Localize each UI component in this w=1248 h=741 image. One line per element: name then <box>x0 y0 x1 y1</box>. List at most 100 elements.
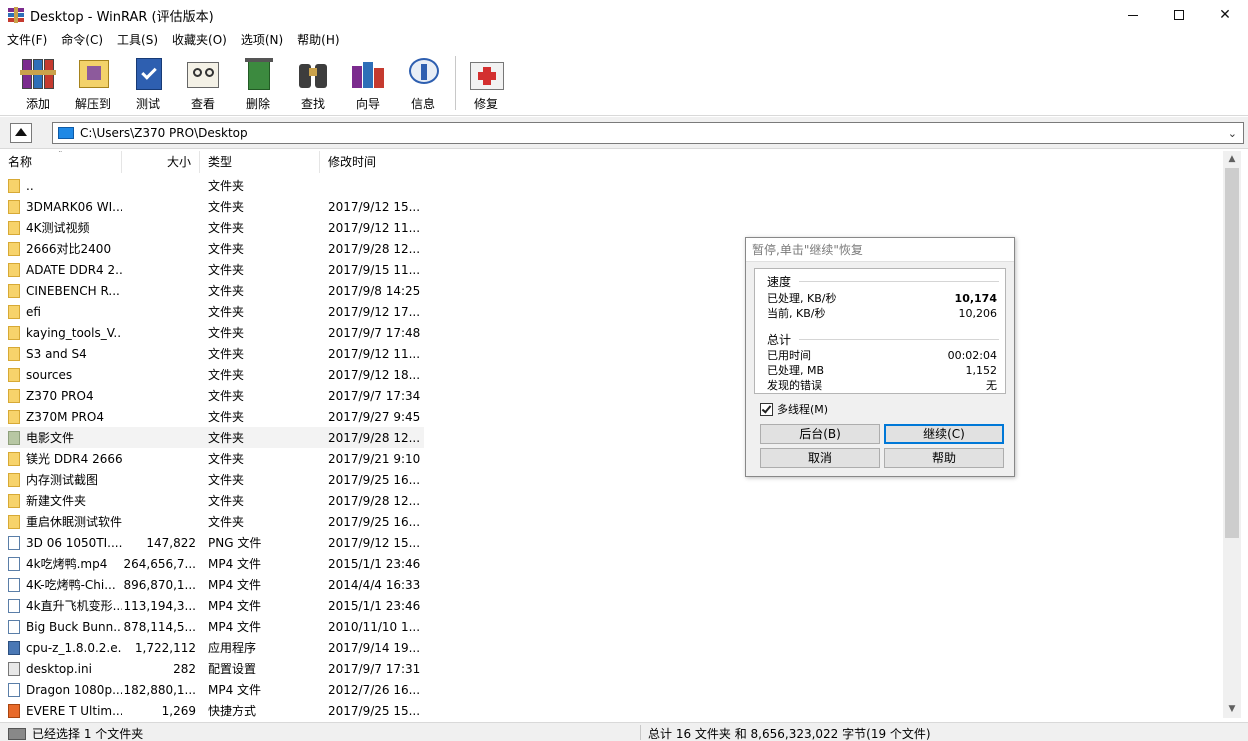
vertical-scrollbar[interactable]: ▲ ▼ <box>1223 151 1241 718</box>
help-button[interactable]: 帮助 <box>884 448 1004 468</box>
file-name-cell: 2666对比2400 <box>0 240 122 257</box>
file-icon <box>8 682 20 697</box>
table-row[interactable]: 3D 06 1050TI.... 147,822 PNG 文件 2017/9/12 1… <box>0 532 424 553</box>
menu-commands[interactable]: 命令(C) <box>54 30 110 50</box>
column-modified-header[interactable]: 修改时间 <box>320 151 424 173</box>
wizard-button[interactable]: 向导 <box>341 54 395 112</box>
test-button[interactable]: 测试 <box>121 54 175 112</box>
table-row[interactable]: Big Buck Bunn... 878,114,5... MP4 文件 2010/1… <box>0 616 424 637</box>
table-row[interactable]: 3DMARK06 WI... 文件夹 2017/9/12 15... <box>0 196 424 217</box>
menu-file[interactable]: 文件(F) <box>0 30 54 50</box>
file-name-cell: 新建文件夹 <box>0 492 122 509</box>
extract-button[interactable]: 解压到 <box>66 54 120 112</box>
file-name-cell: 4K-吃烤鸭-Chi... <box>0 576 122 593</box>
info-button[interactable]: 信息 <box>396 54 450 112</box>
address-combobox[interactable]: C:\Users\Z370 PRO\Desktop ⌄ <box>52 122 1244 144</box>
table-row[interactable]: kaying_tools_V... 文件夹 2017/9/7 17:48 <box>0 322 424 343</box>
file-modified-cell: 2017/9/28 12... <box>328 493 421 508</box>
background-button[interactable]: 后台(B) <box>760 424 880 444</box>
folder-icon <box>8 325 20 340</box>
file-modified-cell: 2017/9/12 11... <box>328 220 421 235</box>
folder-icon <box>8 262 20 277</box>
repair-button[interactable]: 修复 <box>459 54 513 112</box>
up-folder-button[interactable] <box>10 123 32 143</box>
file-type-cell: 文件夹 <box>208 284 245 298</box>
table-row[interactable]: S3 and S4 文件夹 2017/9/12 11... <box>0 343 424 364</box>
test-label: 测试 <box>135 97 160 111</box>
file-name-cell: CINEBENCH R... <box>0 283 122 298</box>
table-row[interactable]: .. 文件夹 <box>0 175 424 196</box>
file-list-header: 名称 ˄ 大小 类型 修改时间 <box>0 151 424 173</box>
scroll-down-icon[interactable]: ▼ <box>1223 701 1241 718</box>
table-row[interactable]: efi 文件夹 2017/9/12 17... <box>0 301 424 322</box>
minimize-button[interactable] <box>1110 0 1156 30</box>
table-row[interactable]: Z370 PRO4 文件夹 2017/9/7 17:34 <box>0 385 424 406</box>
file-modified-cell: 2015/1/1 23:46 <box>328 556 421 571</box>
maximize-button[interactable] <box>1156 0 1202 30</box>
table-row[interactable]: 电影文件 文件夹 2017/9/28 12... <box>0 427 424 448</box>
column-size-header[interactable]: 大小 <box>122 151 200 173</box>
table-row[interactable]: CINEBENCH R... 文件夹 2017/9/8 14:25 <box>0 280 424 301</box>
find-button[interactable]: 查找 <box>286 54 340 112</box>
table-row[interactable]: sources 文件夹 2017/9/12 18... <box>0 364 424 385</box>
desktop-icon <box>58 127 74 139</box>
table-row[interactable]: 4K-吃烤鸭-Chi... 896,870,1... MP4 文件 2014/4/4 … <box>0 574 424 595</box>
delete-button[interactable]: 删除 <box>231 54 285 112</box>
table-row[interactable]: 重启休眠测试软件 文件夹 2017/9/25 16... <box>0 511 424 532</box>
file-name-cell: sources <box>0 367 122 382</box>
table-row[interactable]: desktop.ini 282 配置设置 2017/9/7 17:31 <box>0 658 424 679</box>
table-row[interactable]: cpu-z_1.8.0.2.e... 1,722,112 应用程序 2017/9/14… <box>0 637 424 658</box>
table-row[interactable]: 内存测试截图 文件夹 2017/9/25 16... <box>0 469 424 490</box>
table-row[interactable]: 镁光 DDR4 2666 文件夹 2017/9/21 9:10 <box>0 448 424 469</box>
table-row[interactable]: 4k直升飞机变形... 113,194,3... MP4 文件 2015/1/1 23… <box>0 595 424 616</box>
scroll-up-icon[interactable]: ▲ <box>1223 151 1241 168</box>
table-row[interactable]: 4k吃烤鸭.mp4 264,656,7... MP4 文件 2015/1/1 23:4… <box>0 553 424 574</box>
cancel-button[interactable]: 取消 <box>760 448 880 468</box>
processed-mb-row: 已处理, MB 1,152 <box>767 364 997 377</box>
file-list[interactable]: 名称 ˄ 大小 类型 修改时间 .. 文件夹 3DMARK06 WI... 文件夹 20… <box>0 151 1223 718</box>
continue-button[interactable]: 继续(C) <box>884 424 1004 444</box>
file-icon <box>8 556 20 571</box>
table-row[interactable]: 2666对比2400 文件夹 2017/9/28 12... <box>0 238 424 259</box>
close-button[interactable]: ✕ <box>1202 0 1248 30</box>
scrollbar-thumb[interactable] <box>1225 168 1239 538</box>
folder-icon <box>8 514 20 529</box>
file-modified-cell: 2017/9/28 12... <box>328 430 421 445</box>
file-modified-cell: 2017/9/15 11... <box>328 262 421 277</box>
table-row[interactable]: ADATE DDR4 2... 文件夹 2017/9/15 11... <box>0 259 424 280</box>
table-row[interactable]: Dragon 1080p.... 182,880,1... MP4 文件 2012/7… <box>0 679 424 700</box>
file-name-cell: desktop.ini <box>0 661 122 676</box>
checkbox-box[interactable] <box>760 402 773 416</box>
table-row[interactable]: EVERE T Ultim... 1,269 快捷方式 2017/9/25 15... <box>0 700 424 718</box>
add-button[interactable]: 添加 <box>11 54 65 112</box>
file-type-cell: 文件夹 <box>208 242 245 256</box>
status-total: 总计 16 文件夹 和 8,656,323,022 字节(19 个文件) <box>648 727 931 741</box>
file-icon <box>8 661 20 676</box>
file-type-cell: MP4 文件 <box>208 578 262 592</box>
file-icon <box>8 577 20 592</box>
chevron-down-icon[interactable]: ⌄ <box>1228 127 1237 140</box>
file-modified-cell: 2017/9/7 17:48 <box>328 325 421 340</box>
menu-help[interactable]: 帮助(H) <box>290 30 346 50</box>
file-modified-cell: 2017/9/27 9:45 <box>328 409 421 424</box>
menu-tools[interactable]: 工具(S) <box>110 30 165 50</box>
file-name-cell: Big Buck Bunn... <box>0 619 122 634</box>
column-name-header[interactable]: 名称 ˄ <box>0 151 122 173</box>
menu-options[interactable]: 选项(N) <box>234 30 290 50</box>
errors-row: 发现的错误 无 <box>767 379 997 392</box>
speed-group-line <box>799 281 999 282</box>
table-row[interactable]: 新建文件夹 文件夹 2017/9/28 12... <box>0 490 424 511</box>
multithread-checkbox[interactable]: 多线程(M) <box>760 401 828 417</box>
view-button[interactable]: 查看 <box>176 54 230 112</box>
file-name-cell: S3 and S4 <box>0 346 122 361</box>
add-archive-icon <box>18 56 58 89</box>
file-name-cell: cpu-z_1.8.0.2.e... <box>0 640 122 655</box>
file-size-cell: 113,194,3... <box>123 598 196 613</box>
table-row[interactable]: Z370M PRO4 文件夹 2017/9/27 9:45 <box>0 406 424 427</box>
menu-favorites[interactable]: 收藏夹(O) <box>165 30 234 50</box>
column-type-header[interactable]: 类型 <box>200 151 320 173</box>
delete-label: 删除 <box>245 97 270 111</box>
minimize-icon <box>1128 14 1138 16</box>
table-row[interactable]: 4K测试视频 文件夹 2017/9/12 11... <box>0 217 424 238</box>
dialog-title: 暂停,单击"继续"恢复 <box>746 238 1014 262</box>
